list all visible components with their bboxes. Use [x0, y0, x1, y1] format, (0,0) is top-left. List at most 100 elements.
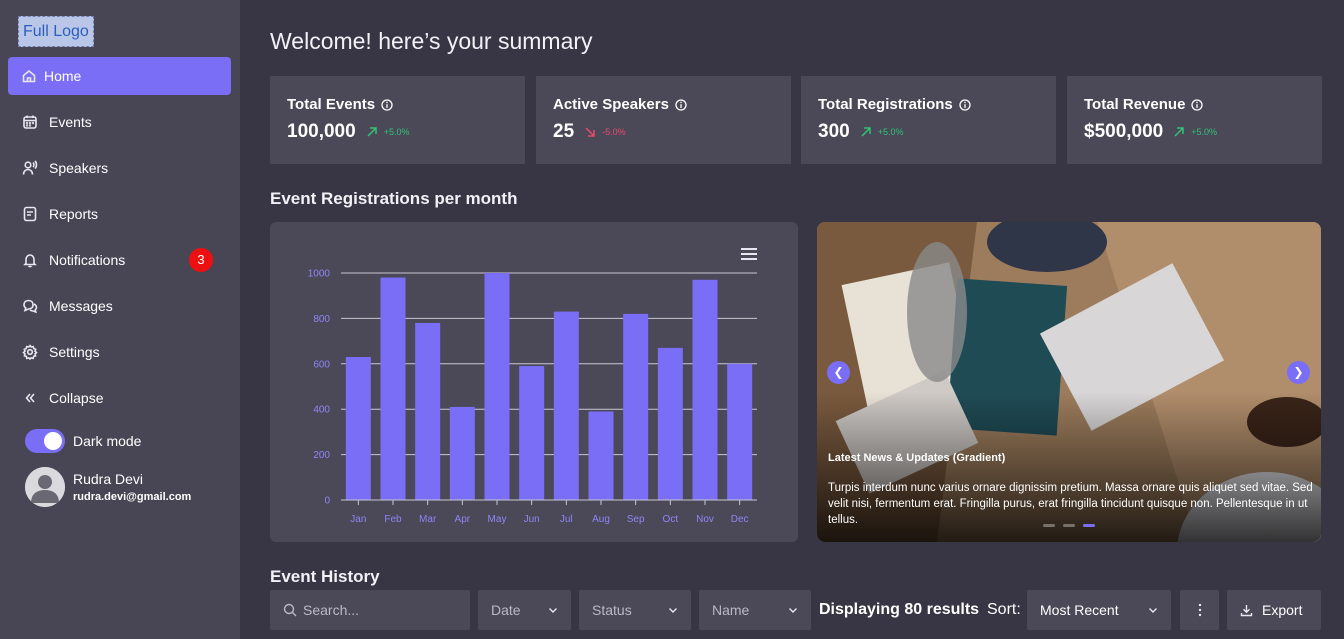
search-input[interactable]: Search... [270, 590, 470, 630]
kpi-value: 300 [818, 121, 850, 142]
info-icon[interactable] [959, 98, 971, 111]
news-text: Turpis interdum nunc varius ornare digni… [828, 482, 1313, 526]
carousel-next-button[interactable]: ❯ [1287, 361, 1310, 384]
kpi-label-text: Active Speakers [553, 96, 669, 113]
kpi-label-text: Total Events [287, 96, 376, 113]
kpi-delta: +5.0% [383, 127, 410, 137]
kpi-label-text: Total Revenue [1084, 96, 1186, 113]
search-placeholder: Search... [303, 602, 360, 618]
home-icon [21, 67, 37, 85]
more-vertical-icon [1198, 603, 1201, 617]
sidebar-item-messages[interactable]: Messages [8, 287, 231, 325]
export-label: Export [1262, 602, 1303, 618]
status-filter-select[interactable]: Status [579, 590, 691, 630]
kpi-card-total-revenue: Total Revenue $500,000 +5.0% [1067, 76, 1322, 164]
kpi-value: $500,000 [1084, 121, 1164, 142]
carousel-prev-button[interactable]: ❮ [827, 361, 850, 384]
bar-jan [345, 356, 371, 500]
kpi-delta: +5.0% [1191, 127, 1218, 137]
sidebar-item-label: Home [44, 68, 82, 84]
kpi-value: 25 [553, 121, 575, 142]
sidebar-item-notifications[interactable]: Notifications 3 [8, 241, 231, 279]
carousel-dots [1043, 524, 1103, 527]
x-tick-label: Jan [350, 514, 366, 525]
user-name: Rudra Devi [73, 471, 144, 487]
kpi-delta: +5.0% [877, 127, 904, 137]
kpi-label: Total Registrations [818, 96, 1039, 113]
name-filter-label: Name [712, 602, 750, 618]
kpi-label: Total Revenue [1084, 96, 1305, 113]
kpi-card-active-speakers: Active Speakers 25 -5.0% [536, 76, 791, 164]
user-profile[interactable]: Rudra Devi rudra.devi@gmail.com [25, 467, 191, 507]
page-title: Welcome! here’s your summary [270, 28, 593, 54]
info-icon[interactable] [381, 98, 393, 111]
chevron-down-icon [549, 608, 557, 613]
more-options-button[interactable] [1180, 590, 1219, 630]
search-icon [283, 603, 297, 617]
kpi-row: 300 +5.0% [818, 121, 1039, 143]
sidebar-item-label: Events [49, 114, 92, 130]
trend-up-icon [367, 127, 377, 137]
sort-label: Sort: [987, 601, 1021, 618]
download-icon [1240, 604, 1253, 616]
x-tick-label: Oct [663, 514, 679, 525]
sidebar-nav: Home Events Speakers Reports Notificatio… [8, 57, 231, 425]
kpi-value: 100,000 [287, 121, 356, 142]
messages-icon [21, 297, 39, 315]
chart-section-title: Event Registrations per month [270, 189, 518, 208]
sidebar-item-speakers[interactable]: Speakers [8, 149, 231, 187]
export-button[interactable]: Export [1227, 590, 1321, 630]
calendar-icon [21, 113, 39, 131]
sidebar-item-reports[interactable]: Reports [8, 195, 231, 233]
y-tick-label: 400 [313, 405, 330, 416]
kpi-label: Total Events [287, 96, 508, 113]
chart-menu-icon[interactable] [741, 248, 757, 262]
info-icon[interactable] [675, 98, 687, 111]
bar-aug [588, 411, 614, 500]
bar-mar [415, 322, 441, 500]
report-icon [21, 205, 39, 223]
carousel-dot[interactable] [1063, 524, 1075, 527]
registrations-chart-card: 0 200 400 600 800 1000 Jan Feb Mar Apr May Jun Jul Au… [270, 222, 798, 542]
user-info: Rudra Devi rudra.devi@gmail.com [73, 471, 191, 503]
sidebar-item-label: Speakers [49, 160, 109, 176]
sidebar-item-label: Notifications [49, 252, 126, 268]
y-tick-label: 600 [313, 359, 330, 370]
sidebar-item-label: Collapse [49, 390, 104, 406]
sidebar-item-home[interactable]: Home [8, 57, 231, 95]
sidebar-item-events[interactable]: Events [8, 103, 231, 141]
logo[interactable]: Full Logo [18, 16, 94, 47]
gear-icon [21, 343, 39, 361]
x-tick-label: Jun [524, 514, 540, 525]
sort-value: Most Recent [1040, 602, 1119, 618]
kpi-label-text: Total Registrations [818, 96, 953, 113]
results-count: Displaying 80 results [819, 601, 980, 618]
bar-jun [519, 366, 545, 500]
bar-feb [380, 277, 406, 500]
name-filter-select[interactable]: Name [699, 590, 811, 630]
kpi-label: Active Speakers [553, 96, 774, 113]
kpi-row: 100,000 +5.0% [287, 121, 508, 143]
date-filter-label: Date [491, 602, 521, 618]
x-tick-label: Dec [731, 514, 749, 525]
x-tick-label: May [488, 514, 507, 525]
bar-apr [449, 406, 475, 500]
kpi-delta: -5.0% [602, 127, 626, 137]
dark-mode-toggle[interactable] [25, 429, 65, 453]
date-filter-select[interactable]: Date [478, 590, 571, 630]
chevron-down-icon [669, 608, 677, 613]
sidebar-item-settings[interactable]: Settings [8, 333, 231, 371]
info-icon[interactable] [1191, 98, 1204, 111]
carousel-dot-active[interactable] [1083, 524, 1095, 527]
kpi-card-total-events: Total Events 100,000 +5.0% [270, 76, 525, 164]
sidebar-item-collapse[interactable]: Collapse [8, 379, 231, 417]
x-tick-label: Apr [455, 514, 471, 525]
bar-oct [657, 347, 683, 500]
speaker-icon [21, 159, 39, 177]
avatar [25, 467, 65, 507]
collapse-icon [21, 389, 39, 407]
sort-select[interactable]: Most Recent [1027, 590, 1171, 630]
carousel-dot[interactable] [1043, 524, 1055, 527]
chevron-down-icon [789, 608, 797, 613]
sidebar: Full Logo Home Events Speakers Reports N… [0, 0, 240, 639]
